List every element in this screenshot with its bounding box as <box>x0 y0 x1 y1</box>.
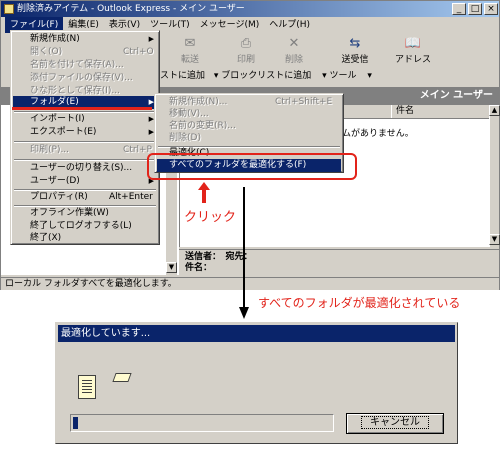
file-menu-import-label: インポート(I) <box>30 114 85 124</box>
file-menu-import[interactable]: インポート(I) ▶ <box>13 113 157 126</box>
folder-menu-new-label: 新規作成(N)... <box>169 97 228 107</box>
file-menu-print-label: 印刷(P)... <box>30 145 70 155</box>
file-menu-open[interactable]: 開く(O) Ctrl+O <box>13 46 157 59</box>
empty-list-message: ムがありません。 <box>342 129 414 139</box>
file-menu: 新規作成(N) ▶ 開く(O) Ctrl+O 名前を付けて保存(A)... 添付ファ… <box>10 30 160 245</box>
file-menu-save-attachments[interactable]: 添付ファイルの保存(V)... <box>13 72 157 85</box>
column-subject[interactable]: 件名 <box>391 105 489 118</box>
window-title: 削除済みアイテム - Outlook Express - メイン ユーザー <box>17 4 245 14</box>
file-menu-switch-user[interactable]: ユーザーの切り替え(S)... <box>13 162 157 175</box>
file-menu-export[interactable]: エクスポート(E) ▶ <box>13 126 157 139</box>
add-to-blocklist-button[interactable]: ▾ ブロックリストに追加 <box>214 71 311 81</box>
tools-dropdown-arrow[interactable]: ▾ <box>367 71 372 81</box>
list-scrollbar[interactable]: ▲ ▼ <box>489 105 500 247</box>
tools-dropdown[interactable]: ▾ ツール <box>322 71 356 81</box>
file-menu-new[interactable]: 新規作成(N) ▶ <box>13 33 157 46</box>
file-menu-user[interactable]: ユーザー(D) ▶ <box>13 175 157 188</box>
send-receive-button[interactable]: ⇆ 送受信 <box>325 36 385 66</box>
print-label: 印刷 <box>236 55 255 65</box>
print-button[interactable]: ⎙ 印刷 <box>223 36 269 66</box>
file-menu-new-label: 新規作成(N) <box>30 34 80 44</box>
highlight-underline <box>12 107 152 110</box>
close-button[interactable]: × <box>484 3 498 15</box>
address-book-label: アドレス <box>394 55 431 65</box>
result-annotation: すべてのフォルダが最適化されている <box>258 296 461 310</box>
cancel-label: キャンセル <box>361 416 429 429</box>
address-book-icon: 📖 <box>404 36 422 51</box>
preview-header: 送信者： 宛先： 件名： <box>179 249 499 275</box>
preview-subject-label: 件名： <box>185 263 213 273</box>
app-icon <box>4 4 14 14</box>
file-menu-open-label: 開く(O) <box>30 47 63 57</box>
forward-button[interactable]: ✉ 転送 <box>167 36 213 66</box>
minimize-button[interactable]: _ <box>452 3 466 15</box>
send-receive-icon: ⇆ <box>349 36 361 51</box>
forward-icon: ✉ <box>184 36 196 51</box>
address-book-button[interactable]: 📖 アドレス <box>387 36 439 66</box>
maximize-button[interactable]: □ <box>468 3 482 15</box>
menu-separator <box>14 159 156 161</box>
forward-label: 転送 <box>180 55 199 65</box>
file-menu-export-label: エクスポート(E) <box>30 127 97 137</box>
delete-button[interactable]: ✕ 削除 <box>271 36 317 66</box>
file-menu-properties[interactable]: プロパティ(R) Alt+Enter <box>13 191 157 204</box>
title-bar: 削除済みアイテム - Outlook Express - メイン ユーザー <box>1 1 499 17</box>
file-menu-properties-label: プロパティ(R) <box>30 192 88 202</box>
document-icon <box>78 375 96 399</box>
progress-bar <box>70 414 334 432</box>
file-menu-exit[interactable]: 終了(X) <box>13 233 157 244</box>
file-menu-user-label: ユーザー(D) <box>30 176 80 186</box>
menu-help[interactable]: ヘルプ(H) <box>264 17 315 33</box>
file-menu-print[interactable]: 印刷(P)... Ctrl+P <box>13 144 157 157</box>
file-menu-folder-label: フォルダ(E) <box>30 97 79 107</box>
cancel-button[interactable]: キャンセル <box>346 413 444 434</box>
flow-arrow-shaft <box>243 187 245 309</box>
dialog-title: 最適化しています... <box>58 325 455 342</box>
flow-arrow-head-icon <box>239 307 249 319</box>
preview-from-label: 送信者： 宛先： <box>185 252 253 262</box>
file-menu-properties-shortcut: Alt+Enter <box>109 192 153 202</box>
delete-x-icon: ✕ <box>288 36 300 51</box>
menu-message[interactable]: メッセージ(M) <box>195 17 265 33</box>
flying-paper-icon <box>112 373 132 382</box>
highlight-box <box>147 153 357 180</box>
folder-menu-delete[interactable]: 削除(D) <box>157 132 341 145</box>
menu-separator <box>14 141 156 143</box>
file-menu-logoff[interactable]: 終了してログオフする(L) <box>13 220 157 233</box>
printer-icon: ⎙ <box>240 36 252 51</box>
click-annotation: クリック <box>184 210 237 225</box>
scroll-down-button[interactable]: ▼ <box>489 234 500 245</box>
delete-label: 削除 <box>284 55 303 65</box>
file-menu-save-as[interactable]: 名前を付けて保存(A)... <box>13 59 157 72</box>
file-menu-offline[interactable]: オフライン作業(W) <box>13 207 157 220</box>
click-arrow-shaft <box>202 189 206 203</box>
status-bar: ローカル フォルダすべてを最適化します。 <box>1 277 499 290</box>
folder-scroll-down-button[interactable]: ▼ <box>166 262 177 273</box>
file-menu-open-shortcut: Ctrl+O <box>123 47 154 57</box>
submenu-arrow-icon: ▶ <box>148 35 154 43</box>
progress-fill <box>73 417 78 429</box>
send-receive-label: 送受信 <box>341 55 369 65</box>
compacting-dialog: 最適化しています... キャンセル <box>55 322 458 444</box>
scroll-up-button[interactable]: ▲ <box>489 105 500 116</box>
